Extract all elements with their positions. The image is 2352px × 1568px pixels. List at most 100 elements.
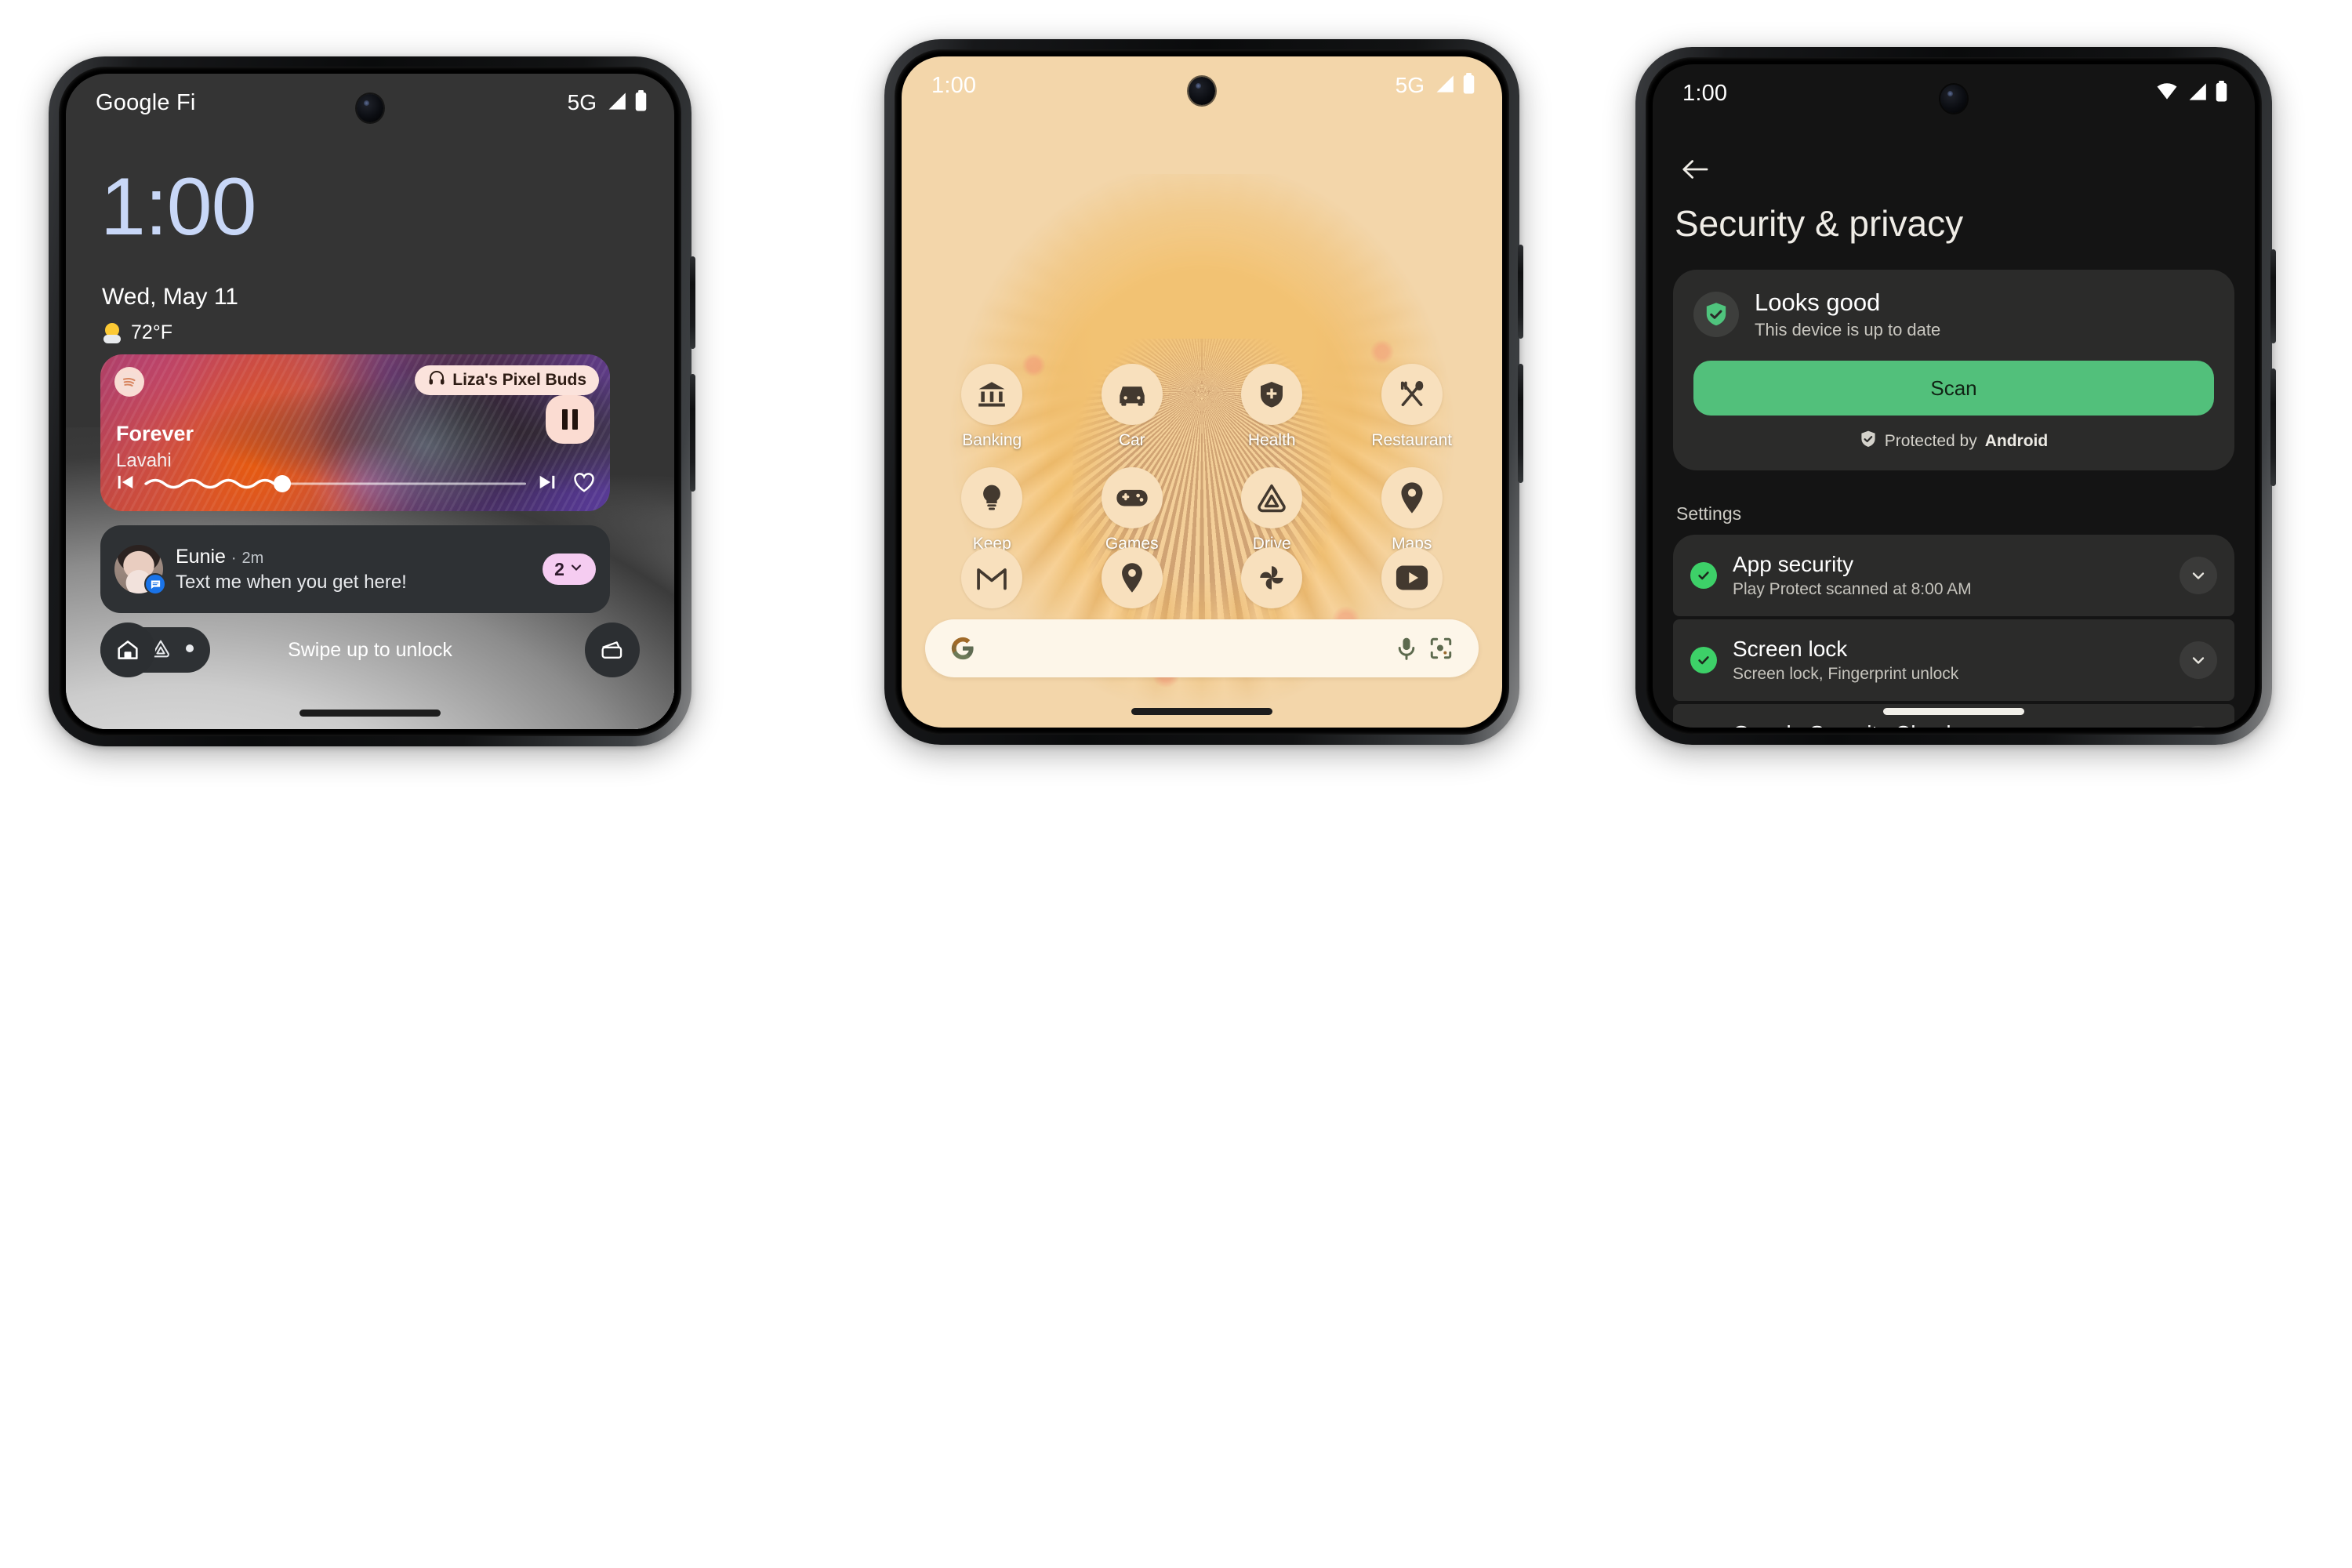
notification-separator: · (230, 549, 237, 567)
map-pin-icon (1381, 467, 1443, 528)
media-player-widget[interactable]: Liza's Pixel Buds Forever Lavahi (100, 354, 610, 511)
settings-list: App security Play Protect scanned at 8:0… (1673, 535, 2234, 728)
settings-row-subtitle: Play Protect scanned at 8:00 AM (1733, 580, 1972, 598)
volume-button[interactable] (1518, 364, 1523, 483)
wifi-icon (2155, 82, 2179, 105)
settings-row-app-security[interactable]: App security Play Protect scanned at 8:0… (1673, 535, 2234, 616)
protected-prefix: Protected by (1884, 432, 1977, 450)
dock-maps[interactable] (1062, 547, 1203, 608)
app-label: Banking (962, 431, 1022, 449)
shield-check-icon (1693, 292, 1739, 337)
lock-weather-temp: 72°F (131, 321, 173, 343)
google-lens-icon[interactable] (1424, 631, 1458, 666)
settings-row-title: App security (1733, 552, 1854, 576)
google-search-bar[interactable] (925, 619, 1479, 677)
wallet-icon[interactable] (584, 622, 640, 677)
page-title: Security & privacy (1675, 203, 1964, 244)
settings-row-title: Screen lock (1733, 637, 1848, 661)
battery-icon (1462, 73, 1475, 98)
carrier-label: Google Fi (96, 89, 196, 115)
check-circle-icon (1690, 562, 1717, 589)
app-car[interactable]: Car (1062, 364, 1203, 450)
volume-button[interactable] (690, 374, 695, 492)
security-status-heading: Looks good (1755, 289, 1881, 316)
pause-icon[interactable] (546, 395, 594, 444)
lock-weather[interactable]: 72°F (102, 321, 172, 344)
dock (902, 547, 1502, 608)
app-games[interactable]: Games (1062, 467, 1203, 554)
settings-row-screen-lock[interactable]: Screen lock Screen lock, Fingerprint unl… (1673, 619, 2234, 701)
media-progress-thumb[interactable] (274, 475, 292, 492)
app-restaurant[interactable]: Restaurant (1342, 364, 1483, 450)
lockscreen-screen: Google Fi 5G 1:00 Wed, May 11 72°F Liza'… (66, 74, 674, 729)
check-circle-icon (1690, 647, 1717, 673)
lock-clock: 1:00 (100, 162, 256, 252)
media-artist: Lavahi (116, 450, 172, 471)
car-icon (1101, 364, 1163, 425)
media-title: Forever (116, 422, 194, 445)
media-output-label: Liza's Pixel Buds (452, 371, 586, 389)
protected-brand: Android (1984, 432, 2049, 450)
map-pin-icon (1101, 547, 1163, 608)
app-banking[interactable]: Banking (922, 364, 1062, 450)
youtube-icon (1381, 547, 1443, 608)
chevron-down-icon (568, 559, 584, 580)
drive-triangle-icon (1241, 467, 1303, 528)
phone-device-homescreen: 1:00 5G Banking Car Health Restaurant Ke… (884, 39, 1523, 745)
microphone-icon[interactable] (1389, 631, 1424, 666)
gmail-icon (961, 547, 1023, 608)
app-maps[interactable]: Maps (1342, 467, 1483, 554)
avatar (114, 545, 166, 595)
app-label: Car (1118, 431, 1145, 449)
navigation-handle[interactable] (1131, 708, 1272, 715)
photos-pinwheel-icon (1241, 547, 1303, 608)
health-shield-icon (1241, 364, 1303, 425)
chevron-down-icon[interactable] (2180, 641, 2217, 679)
app-label: Health (1247, 431, 1296, 449)
battery-icon (634, 90, 648, 115)
chevron-down-icon[interactable] (2180, 557, 2217, 594)
phone-bezel: 1:00 5G Banking Car Health Restaurant Ke… (895, 49, 1509, 735)
app-keep[interactable]: Keep (922, 467, 1062, 554)
dock-youtube[interactable] (1342, 547, 1483, 608)
fork-spoon-icon (1381, 364, 1443, 425)
cellular-signal-icon (1432, 74, 1456, 98)
app-drive[interactable]: Drive (1202, 467, 1342, 554)
navigation-handle[interactable] (1883, 708, 2024, 715)
scan-button[interactable]: Scan (1693, 361, 2214, 416)
status-time: 1:00 (1682, 80, 1728, 106)
media-controls-row (114, 472, 596, 495)
lockscreen-bottom-bar: Swipe up to unlock (66, 622, 674, 677)
phone-bezel: 1:00 Security & privacy Looks good This … (1646, 57, 2262, 735)
skip-previous-icon[interactable] (114, 471, 136, 497)
dock-gmail[interactable] (922, 547, 1062, 608)
front-camera-icon (1940, 85, 1967, 113)
media-progress-slider[interactable] (144, 474, 528, 494)
cellular-signal-icon (604, 91, 628, 115)
media-output-chip[interactable]: Liza's Pixel Buds (415, 365, 599, 395)
notification-card[interactable]: Eunie · 2m Text me when you get here! 2 (100, 525, 610, 613)
unlock-hint-label: Swipe up to unlock (288, 638, 452, 661)
app-health[interactable]: Health (1202, 364, 1342, 450)
home-control-icon[interactable] (100, 622, 155, 677)
lightbulb-icon (961, 467, 1023, 528)
skip-next-icon[interactable] (536, 471, 558, 497)
dock-photos[interactable] (1202, 547, 1342, 608)
navigation-handle[interactable] (299, 710, 441, 717)
chevron-down-icon[interactable] (2180, 726, 2217, 728)
power-button[interactable] (1518, 245, 1523, 339)
screenshot-stage: Google Fi 5G 1:00 Wed, May 11 72°F Liza'… (0, 0, 2352, 1568)
front-camera-icon (357, 94, 383, 122)
heart-outline-icon[interactable] (572, 471, 596, 497)
power-button[interactable] (690, 256, 695, 349)
power-button[interactable] (2270, 249, 2276, 343)
cellular-signal-icon (2185, 82, 2209, 106)
battery-icon (2215, 81, 2228, 106)
notification-text: Eunie · 2m Text me when you get here! (176, 546, 530, 593)
front-camera-icon (1189, 77, 1215, 105)
volume-button[interactable] (2270, 368, 2276, 486)
back-arrow-icon[interactable] (1673, 147, 1717, 191)
homescreen-screen: 1:00 5G Banking Car Health Restaurant Ke… (902, 56, 1502, 728)
notification-expand-button[interactable]: 2 (543, 554, 596, 585)
gamepad-icon (1101, 467, 1163, 528)
